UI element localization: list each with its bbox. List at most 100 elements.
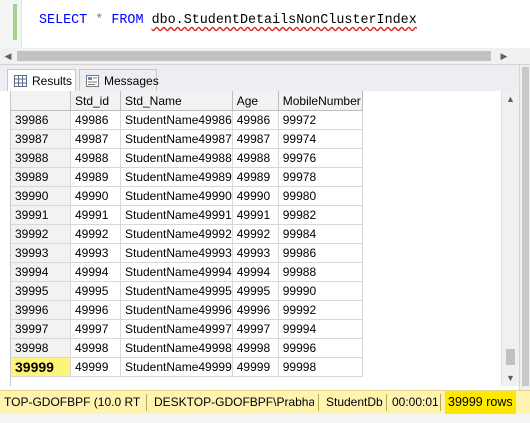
cell-std-id[interactable]: 49990 <box>70 186 121 206</box>
row-number[interactable]: 39995 <box>11 281 71 301</box>
cell-age[interactable]: 49991 <box>232 205 279 225</box>
cell-std-id[interactable]: 49995 <box>70 281 121 301</box>
cell-std-name[interactable]: StudentName49997 <box>120 319 233 339</box>
cell-std-name[interactable]: StudentName49989 <box>120 167 233 187</box>
cell-std-name[interactable]: StudentName49995 <box>120 281 233 301</box>
column-header-mobile-number[interactable]: MobileNumber <box>278 91 363 111</box>
table-row[interactable]: 39987 49987 StudentName49987 49987 99974 <box>11 129 363 149</box>
table-row[interactable]: 39999 49999 StudentName49999 49999 99998 <box>11 357 363 377</box>
tab-results[interactable]: Results <box>7 69 76 91</box>
cell-mobile-number[interactable]: 99972 <box>278 110 363 130</box>
query-text[interactable]: SELECT * FROM dbo.StudentDetailsNonClust… <box>39 13 417 28</box>
scroll-right-icon[interactable]: ▶ <box>496 48 512 64</box>
cell-mobile-number[interactable]: 99992 <box>278 300 363 320</box>
table-row[interactable]: 39989 49989 StudentName49989 49989 99978 <box>11 167 363 187</box>
cell-age[interactable]: 49997 <box>232 319 279 339</box>
cell-mobile-number[interactable]: 99990 <box>278 281 363 301</box>
column-header-age[interactable]: Age <box>232 91 279 111</box>
row-number[interactable]: 39990 <box>11 186 71 206</box>
cell-mobile-number[interactable]: 99976 <box>278 148 363 168</box>
column-header-std-id[interactable]: Std_id <box>70 91 121 111</box>
cell-mobile-number[interactable]: 99988 <box>278 262 363 282</box>
row-number[interactable]: 39996 <box>11 300 71 320</box>
pane-scrollbar[interactable] <box>519 65 530 390</box>
cell-std-id[interactable]: 49996 <box>70 300 121 320</box>
cell-mobile-number[interactable]: 99998 <box>278 357 363 377</box>
cell-mobile-number[interactable]: 99994 <box>278 319 363 339</box>
cell-mobile-number[interactable]: 99980 <box>278 186 363 206</box>
cell-mobile-number[interactable]: 99978 <box>278 167 363 187</box>
query-editor[interactable]: SELECT * FROM dbo.StudentDetailsNonClust… <box>0 0 530 49</box>
grid-vertical-scrollbar[interactable]: ▲ ▼ <box>501 91 519 386</box>
column-header-rownum[interactable] <box>11 91 71 111</box>
cell-std-id[interactable]: 49994 <box>70 262 121 282</box>
cell-std-name[interactable]: StudentName49991 <box>120 205 233 225</box>
cell-std-id[interactable]: 49991 <box>70 205 121 225</box>
row-number[interactable]: 39989 <box>11 167 71 187</box>
cell-std-id[interactable]: 49992 <box>70 224 121 244</box>
cell-std-id[interactable]: 49999 <box>70 357 121 377</box>
cell-std-id[interactable]: 49987 <box>70 129 121 149</box>
table-row[interactable]: 39988 49988 StudentName49988 49988 99976 <box>11 148 363 168</box>
cell-mobile-number[interactable]: 99996 <box>278 338 363 358</box>
cell-age[interactable]: 49994 <box>232 262 279 282</box>
table-row[interactable]: 39986 49986 StudentName49986 49986 99972 <box>11 110 363 130</box>
row-number[interactable]: 39998 <box>11 338 71 358</box>
cell-mobile-number[interactable]: 99974 <box>278 129 363 149</box>
cell-age[interactable]: 49992 <box>232 224 279 244</box>
row-number[interactable]: 39986 <box>11 110 71 130</box>
table-row[interactable]: 39997 49997 StudentName49997 49997 99994 <box>11 319 363 339</box>
cell-std-name[interactable]: StudentName49988 <box>120 148 233 168</box>
cell-std-name[interactable]: StudentName49999 <box>120 357 233 377</box>
editor-horizontal-scrollbar[interactable]: ◀ ▶ <box>0 48 530 65</box>
cell-age[interactable]: 49999 <box>232 357 279 377</box>
row-number[interactable]: 39992 <box>11 224 71 244</box>
cell-mobile-number[interactable]: 99984 <box>278 224 363 244</box>
cell-std-id[interactable]: 49997 <box>70 319 121 339</box>
table-row[interactable]: 39991 49991 StudentName49991 49991 99982 <box>11 205 363 225</box>
cell-age[interactable]: 49986 <box>232 110 279 130</box>
scroll-left-icon[interactable]: ◀ <box>0 48 16 64</box>
row-number[interactable]: 39993 <box>11 243 71 263</box>
cell-std-name[interactable]: StudentName49998 <box>120 338 233 358</box>
cell-std-name[interactable]: StudentName49993 <box>120 243 233 263</box>
scroll-down-icon[interactable]: ▼ <box>502 370 519 386</box>
table-row[interactable]: 39996 49996 StudentName49996 49996 99992 <box>11 300 363 320</box>
table-row[interactable]: 39992 49992 StudentName49992 49992 99984 <box>11 224 363 244</box>
cell-age[interactable]: 49989 <box>232 167 279 187</box>
scroll-up-icon[interactable]: ▲ <box>502 91 519 107</box>
scroll-thumb[interactable] <box>17 51 491 61</box>
cell-std-name[interactable]: StudentName49986 <box>120 110 233 130</box>
cell-age[interactable]: 49987 <box>232 129 279 149</box>
cell-std-name[interactable]: StudentName49990 <box>120 186 233 206</box>
row-number-highlighted[interactable]: 39999 <box>11 357 71 377</box>
row-number[interactable]: 39997 <box>11 319 71 339</box>
grid-scroll-thumb[interactable] <box>506 349 515 365</box>
cell-mobile-number[interactable]: 99982 <box>278 205 363 225</box>
cell-std-id[interactable]: 49998 <box>70 338 121 358</box>
cell-std-id[interactable]: 49989 <box>70 167 121 187</box>
cell-std-id[interactable]: 49988 <box>70 148 121 168</box>
cell-std-name[interactable]: StudentName49987 <box>120 129 233 149</box>
cell-std-id[interactable]: 49993 <box>70 243 121 263</box>
cell-age[interactable]: 49995 <box>232 281 279 301</box>
cell-age[interactable]: 49998 <box>232 338 279 358</box>
cell-age[interactable]: 49993 <box>232 243 279 263</box>
cell-age[interactable]: 49996 <box>232 300 279 320</box>
cell-age[interactable]: 49988 <box>232 148 279 168</box>
row-number[interactable]: 39991 <box>11 205 71 225</box>
row-number[interactable]: 39994 <box>11 262 71 282</box>
cell-std-name[interactable]: StudentName49994 <box>120 262 233 282</box>
cell-age[interactable]: 49990 <box>232 186 279 206</box>
column-header-std-name[interactable]: Std_Name <box>120 91 233 111</box>
table-row[interactable]: 39998 49998 StudentName49998 49998 99996 <box>11 338 363 358</box>
cell-std-name[interactable]: StudentName49992 <box>120 224 233 244</box>
results-grid[interactable]: Std_id Std_Name Age MobileNumber 39986 49… <box>10 91 501 386</box>
pane-scroll-thumb[interactable] <box>522 67 529 386</box>
row-number[interactable]: 39987 <box>11 129 71 149</box>
cell-std-name[interactable]: StudentName49996 <box>120 300 233 320</box>
table-row[interactable]: 39994 49994 StudentName49994 49994 99988 <box>11 262 363 282</box>
row-number[interactable]: 39988 <box>11 148 71 168</box>
cell-std-id[interactable]: 49986 <box>70 110 121 130</box>
table-row[interactable]: 39993 49993 StudentName49993 49993 99986 <box>11 243 363 263</box>
